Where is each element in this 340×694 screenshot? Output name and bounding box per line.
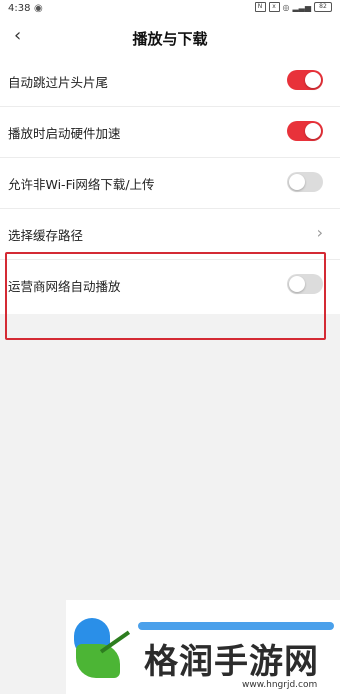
non-wifi-download-toggle[interactable] [287, 172, 323, 192]
toggle-knob [305, 123, 321, 139]
setting-hardware-acceleration[interactable]: 播放时启动硬件加速 [0, 107, 340, 158]
nav-bar: ‹ 播放与下载 [0, 18, 340, 56]
setting-skip-intro-outro[interactable]: 自动跳过片头片尾 [0, 56, 340, 107]
watermark-banner [138, 622, 334, 630]
watermark-brand: 格润手游网 [144, 642, 319, 682]
eye-icon: ◉ [34, 3, 43, 14]
setting-label: 播放时启动硬件加速 [8, 126, 121, 141]
vibrate-icon: x [268, 2, 280, 12]
chevron-right-icon: › [316, 223, 323, 242]
setting-label: 自动跳过片头片尾 [8, 75, 109, 90]
watermark-url: www.hngrjd.com [242, 680, 318, 690]
status-icons: N x ◎ ▂▃▅ 82 [254, 2, 332, 12]
status-bar: 4:38 ◉ N x ◎ ▂▃▅ 82 [0, 0, 340, 18]
watermark-logo-leaf [76, 644, 120, 678]
carrier-autoplay-toggle[interactable] [287, 274, 323, 294]
setting-non-wifi-download[interactable]: 允许非Wi-Fi网络下载/上传 [0, 158, 340, 209]
status-time: 4:38 [8, 3, 31, 14]
signal-icon: ▂▃▅ [292, 2, 311, 12]
battery-icon: 82 [314, 2, 332, 12]
nfc-icon: N [254, 2, 266, 12]
settings-list: 自动跳过片头片尾 播放时启动硬件加速 允许非Wi-Fi网络下载/上传 选择缓存路… [0, 56, 340, 314]
wifi-icon: ◎ [282, 2, 290, 12]
skip-intro-toggle[interactable] [287, 70, 323, 90]
watermark: 格润手游网 www.hngrjd.com [66, 600, 340, 694]
setting-carrier-autoplay[interactable]: 运营商网络自动播放 [0, 260, 340, 314]
setting-cache-path[interactable]: 选择缓存路径 › [0, 209, 340, 260]
setting-label: 运营商网络自动播放 [8, 279, 121, 294]
setting-label: 允许非Wi-Fi网络下载/上传 [8, 177, 155, 192]
setting-label: 选择缓存路径 [8, 228, 84, 243]
hardware-acceleration-toggle[interactable] [287, 121, 323, 141]
page-title: 播放与下载 [132, 30, 208, 48]
toggle-knob [289, 276, 305, 292]
toggle-knob [305, 72, 321, 88]
toggle-knob [289, 174, 305, 190]
